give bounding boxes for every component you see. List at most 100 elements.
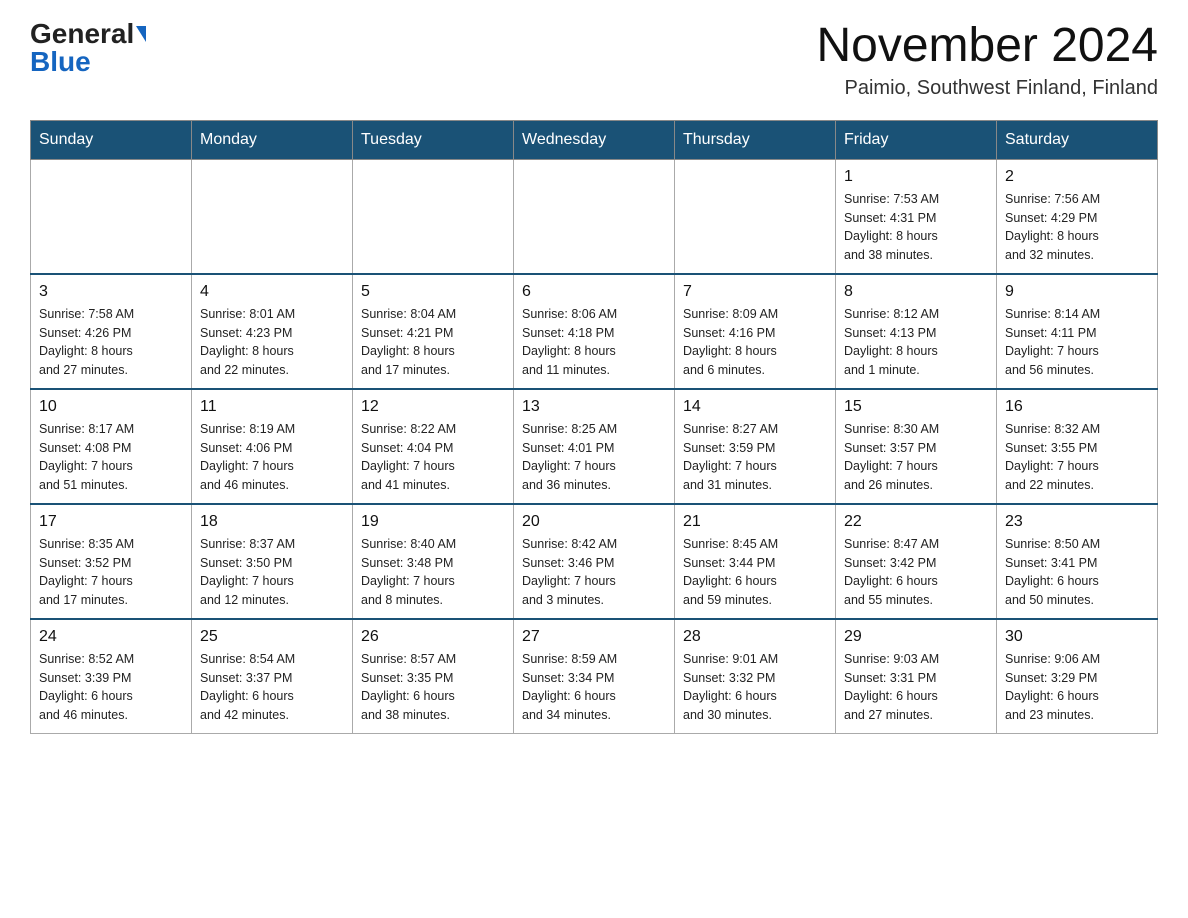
day-info: Sunrise: 8:45 AM Sunset: 3:44 PM Dayligh… — [683, 535, 827, 610]
day-number: 10 — [39, 398, 183, 416]
day-info: Sunrise: 8:50 AM Sunset: 3:41 PM Dayligh… — [1005, 535, 1149, 610]
day-info: Sunrise: 8:25 AM Sunset: 4:01 PM Dayligh… — [522, 420, 666, 495]
day-info: Sunrise: 8:37 AM Sunset: 3:50 PM Dayligh… — [200, 535, 344, 610]
table-row: 13 Sunrise: 8:25 AM Sunset: 4:01 PM Dayli… — [514, 389, 675, 504]
calendar-week-row: 10 Sunrise: 8:17 AM Sunset: 4:08 PM Dayli… — [31, 389, 1158, 504]
table-row: 6Sunrise: 8:06 AM Sunset: 4:18 PM Daylig… — [514, 274, 675, 389]
day-info: Sunrise: 8:19 AM Sunset: 4:06 PM Dayligh… — [200, 420, 344, 495]
table-row: 28 Sunrise: 9:01 AM Sunset: 3:32 PM Dayli… — [675, 619, 836, 734]
day-number: 11 — [200, 398, 344, 416]
title-section: November 2024 Paimio, Southwest Finland,… — [816, 20, 1158, 100]
day-number: 22 — [844, 513, 988, 531]
day-number: 4 — [200, 283, 344, 301]
day-info: Sunrise: 9:01 AM Sunset: 3:32 PM Dayligh… — [683, 650, 827, 725]
table-row: 3 Sunrise: 7:58 AM Sunset: 4:26 PM Daylig… — [31, 274, 192, 389]
day-info: Sunrise: 8:59 AM Sunset: 3:34 PM Dayligh… — [522, 650, 666, 725]
table-row — [514, 159, 675, 274]
header-tuesday: Tuesday — [353, 120, 514, 159]
day-number: 29 — [844, 628, 988, 646]
table-row — [192, 159, 353, 274]
day-number: 20 — [522, 513, 666, 531]
header-friday: Friday — [836, 120, 997, 159]
day-info: Sunrise: 8:22 AM Sunset: 4:04 PM Dayligh… — [361, 420, 505, 495]
day-info: Sunrise: 8:57 AM Sunset: 3:35 PM Dayligh… — [361, 650, 505, 725]
table-row: 30 Sunrise: 9:06 AM Sunset: 3:29 PM Dayli… — [997, 619, 1158, 734]
day-info: Sunrise: 9:03 AM Sunset: 3:31 PM Dayligh… — [844, 650, 988, 725]
table-row: 18Sunrise: 8:37 AM Sunset: 3:50 PM Dayli… — [192, 504, 353, 619]
table-row: 27 Sunrise: 8:59 AM Sunset: 3:34 PM Dayli… — [514, 619, 675, 734]
table-row: 1 Sunrise: 7:53 AM Sunset: 4:31 PM Daylig… — [836, 159, 997, 274]
day-number: 30 — [1005, 628, 1149, 646]
day-info: Sunrise: 8:04 AM Sunset: 4:21 PM Dayligh… — [361, 305, 505, 380]
day-info: Sunrise: 8:09 AM Sunset: 4:16 PM Dayligh… — [683, 305, 827, 380]
table-row: 5 Sunrise: 8:04 AM Sunset: 4:21 PM Daylig… — [353, 274, 514, 389]
day-number: 1 — [844, 168, 988, 186]
day-number: 26 — [361, 628, 505, 646]
weekday-header-row: Sunday Monday Tuesday Wednesday Thursday… — [31, 120, 1158, 159]
day-number: 24 — [39, 628, 183, 646]
table-row: 12 Sunrise: 8:22 AM Sunset: 4:04 PM Dayli… — [353, 389, 514, 504]
header-monday: Monday — [192, 120, 353, 159]
day-number: 27 — [522, 628, 666, 646]
table-row: 7 Sunrise: 8:09 AM Sunset: 4:16 PM Daylig… — [675, 274, 836, 389]
page-header: General Blue November 2024 Paimio, South… — [30, 20, 1158, 100]
day-info: Sunrise: 7:53 AM Sunset: 4:31 PM Dayligh… — [844, 190, 988, 265]
location-subtitle: Paimio, Southwest Finland, Finland — [816, 77, 1158, 100]
day-info: Sunrise: 8:01 AM Sunset: 4:23 PM Dayligh… — [200, 305, 344, 380]
day-number: 2 — [1005, 168, 1149, 186]
table-row: 11 Sunrise: 8:19 AM Sunset: 4:06 PM Dayli… — [192, 389, 353, 504]
day-number: 12 — [361, 398, 505, 416]
day-number: 13 — [522, 398, 666, 416]
day-info: Sunrise: 8:42 AM Sunset: 3:46 PM Dayligh… — [522, 535, 666, 610]
day-info: Sunrise: 8:47 AM Sunset: 3:42 PM Dayligh… — [844, 535, 988, 610]
table-row: 17 Sunrise: 8:35 AM Sunset: 3:52 PM Dayli… — [31, 504, 192, 619]
day-info: Sunrise: 8:14 AM Sunset: 4:11 PM Dayligh… — [1005, 305, 1149, 380]
day-number: 8 — [844, 283, 988, 301]
table-row: 19 Sunrise: 8:40 AM Sunset: 3:48 PM Dayli… — [353, 504, 514, 619]
calendar-week-row: 24Sunrise: 8:52 AM Sunset: 3:39 PM Dayli… — [31, 619, 1158, 734]
table-row: 9 Sunrise: 8:14 AM Sunset: 4:11 PM Daylig… — [997, 274, 1158, 389]
table-row: 25 Sunrise: 8:54 AM Sunset: 3:37 PM Dayli… — [192, 619, 353, 734]
table-row: 2Sunrise: 7:56 AM Sunset: 4:29 PM Daylig… — [997, 159, 1158, 274]
day-number: 21 — [683, 513, 827, 531]
day-number: 14 — [683, 398, 827, 416]
day-number: 15 — [844, 398, 988, 416]
day-info: Sunrise: 8:32 AM Sunset: 3:55 PM Dayligh… — [1005, 420, 1149, 495]
table-row: 14 Sunrise: 8:27 AM Sunset: 3:59 PM Dayli… — [675, 389, 836, 504]
logo-general-text: General — [30, 20, 134, 48]
header-wednesday: Wednesday — [514, 120, 675, 159]
day-number: 3 — [39, 283, 183, 301]
table-row: 24Sunrise: 8:52 AM Sunset: 3:39 PM Dayli… — [31, 619, 192, 734]
table-row: 10 Sunrise: 8:17 AM Sunset: 4:08 PM Dayli… — [31, 389, 192, 504]
day-info: Sunrise: 8:12 AM Sunset: 4:13 PM Dayligh… — [844, 305, 988, 380]
table-row: 26 Sunrise: 8:57 AM Sunset: 3:35 PM Dayli… — [353, 619, 514, 734]
day-info: Sunrise: 8:54 AM Sunset: 3:37 PM Dayligh… — [200, 650, 344, 725]
day-number: 19 — [361, 513, 505, 531]
table-row: 4 Sunrise: 8:01 AM Sunset: 4:23 PM Daylig… — [192, 274, 353, 389]
header-thursday: Thursday — [675, 120, 836, 159]
day-info: Sunrise: 9:06 AM Sunset: 3:29 PM Dayligh… — [1005, 650, 1149, 725]
calendar-week-row: 3 Sunrise: 7:58 AM Sunset: 4:26 PM Daylig… — [31, 274, 1158, 389]
calendar-week-row: 1 Sunrise: 7:53 AM Sunset: 4:31 PM Daylig… — [31, 159, 1158, 274]
day-number: 5 — [361, 283, 505, 301]
table-row: 29 Sunrise: 9:03 AM Sunset: 3:31 PM Dayli… — [836, 619, 997, 734]
day-info: Sunrise: 8:27 AM Sunset: 3:59 PM Dayligh… — [683, 420, 827, 495]
day-number: 25 — [200, 628, 344, 646]
table-row: 23Sunrise: 8:50 AM Sunset: 3:41 PM Dayli… — [997, 504, 1158, 619]
logo: General Blue — [30, 20, 146, 76]
day-number: 7 — [683, 283, 827, 301]
table-row: 21 Sunrise: 8:45 AM Sunset: 3:44 PM Dayli… — [675, 504, 836, 619]
day-info: Sunrise: 8:40 AM Sunset: 3:48 PM Dayligh… — [361, 535, 505, 610]
logo-triangle-icon — [136, 26, 146, 42]
day-info: Sunrise: 7:58 AM Sunset: 4:26 PM Dayligh… — [39, 305, 183, 380]
table-row — [31, 159, 192, 274]
month-title: November 2024 — [816, 20, 1158, 73]
logo-blue-text: Blue — [30, 48, 91, 76]
day-info: Sunrise: 8:17 AM Sunset: 4:08 PM Dayligh… — [39, 420, 183, 495]
day-info: Sunrise: 8:35 AM Sunset: 3:52 PM Dayligh… — [39, 535, 183, 610]
day-info: Sunrise: 8:06 AM Sunset: 4:18 PM Dayligh… — [522, 305, 666, 380]
header-saturday: Saturday — [997, 120, 1158, 159]
day-number: 28 — [683, 628, 827, 646]
day-number: 17 — [39, 513, 183, 531]
day-number: 9 — [1005, 283, 1149, 301]
